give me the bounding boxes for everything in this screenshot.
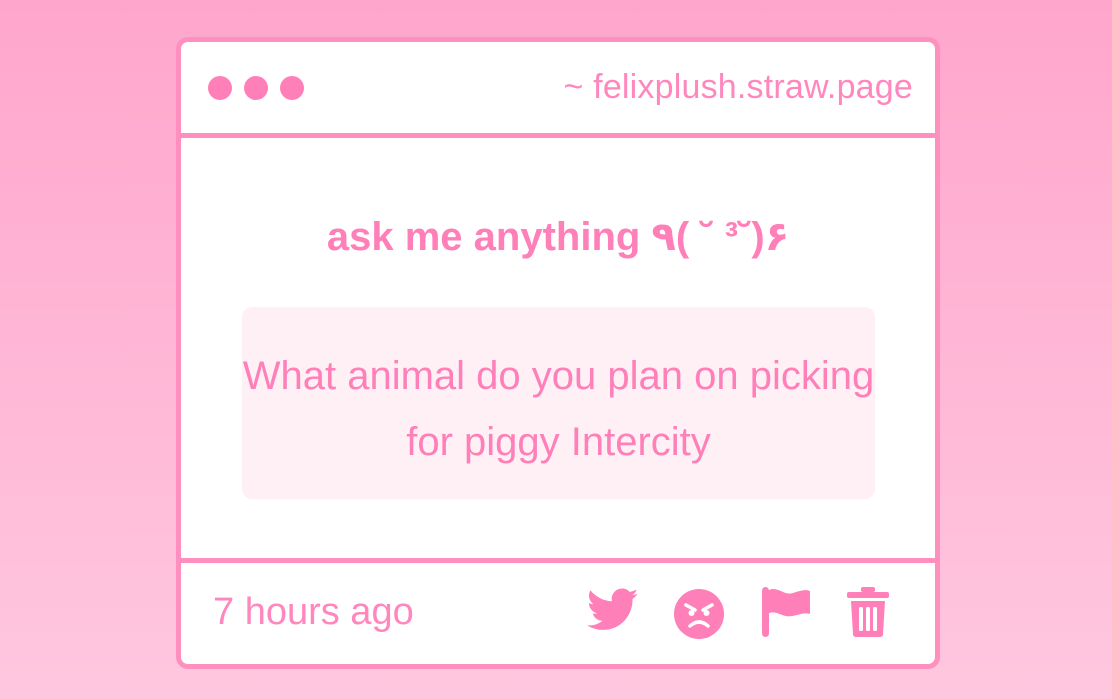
question-text: What animal do you plan on picking for p…: [242, 354, 875, 464]
window-titlebar: ~ felixplush.straw.page: [181, 42, 935, 138]
page-title: ask me anything ٩( ˘ ³˘)۶: [326, 215, 790, 259]
question-box: What animal do you plan on picking for p…: [242, 307, 875, 499]
trash-icon[interactable]: [846, 587, 890, 637]
page-url[interactable]: ~ felixplush.straw.page: [563, 68, 913, 107]
window-dot: [244, 76, 268, 100]
angry-face-icon[interactable]: [674, 589, 724, 639]
card-footer: 7 hours ago: [181, 558, 935, 664]
ask-card: ~ felixplush.straw.page ask me anything …: [176, 37, 940, 669]
timestamp: 7 hours ago: [213, 591, 414, 633]
twitter-icon[interactable]: [587, 587, 639, 633]
window-dot: [280, 76, 304, 100]
window-dot: [208, 76, 232, 100]
flag-icon[interactable]: [760, 585, 812, 639]
